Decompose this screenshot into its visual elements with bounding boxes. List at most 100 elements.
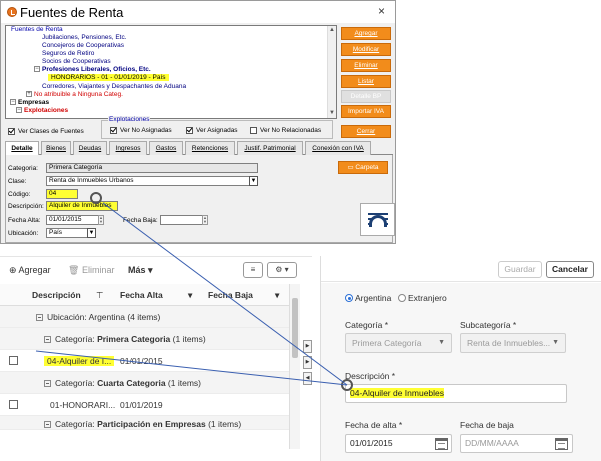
modificar-button[interactable]: Modificar <box>341 43 391 56</box>
expand-icon[interactable]: + <box>26 91 32 98</box>
scroll-up-icon[interactable]: ▲ <box>329 27 335 33</box>
group-row-categoria[interactable]: Categoría: Cuarta Categoria (1 items) <box>0 372 300 394</box>
collapse-icon[interactable] <box>44 336 51 343</box>
eliminar-button[interactable]: Eliminar <box>341 59 391 72</box>
collapse-icon[interactable]: − <box>34 66 40 73</box>
importar-iva-button[interactable]: Importar IVA <box>341 105 391 118</box>
fecha-alta-field[interactable]: 01/01/2015 <box>46 215 104 225</box>
chevron-right-icon[interactable]: ▶ <box>303 356 312 369</box>
filter-icon[interactable]: ⊤ <box>96 290 103 301</box>
list-agregar-button[interactable]: ⊕ Agregar <box>9 265 51 276</box>
tab-ingresos[interactable]: Ingresos <box>109 141 147 155</box>
listar-button[interactable]: Listar <box>341 75 391 88</box>
tree-item[interactable]: Jubilaciones, Pensiones, Etc. <box>42 34 127 41</box>
fecha-baja-field[interactable] <box>160 215 208 225</box>
gear-icon[interactable]: ⚙ ▾ <box>267 262 297 278</box>
calendar-icon[interactable] <box>435 438 448 450</box>
fuentes-list-pane: ⊕ Agregar 🗑 Eliminar Más ▾ ≡ ⚙ ▾ Descrip… <box>0 256 312 461</box>
categoria-field: Primera Categoría <box>46 163 258 173</box>
list-scrollbar[interactable] <box>289 284 300 449</box>
ver-no-relacionadas-checkbox[interactable]: Ver No Relacionadas <box>250 127 321 134</box>
tree-item-empresas[interactable]: − Empresas <box>10 99 49 106</box>
ver-clases-checkbox[interactable]: Ver Clases de Fuentes <box>8 128 84 135</box>
tree-scrollbar[interactable]: ▲ ▼ <box>327 26 336 118</box>
list-view-icon[interactable]: ≡ <box>243 262 263 278</box>
close-icon[interactable]: × <box>378 4 385 18</box>
categoria-select[interactable]: Primera Categoría ▼ <box>345 333 452 353</box>
tab-justif-patrimonial[interactable]: Justif. Patrimonial <box>237 141 303 155</box>
tree-item[interactable]: Seguros de Retiro <box>42 50 94 57</box>
scroll-down-icon[interactable]: ▼ <box>329 110 335 116</box>
agregar-button[interactable]: Agregar <box>341 27 391 40</box>
tree-item[interactable]: Corredores, Viajantes y Despachantes de … <box>42 83 186 90</box>
table-row[interactable]: 01-HONORARI... 01/01/2019 <box>0 394 300 416</box>
chevron-down-icon[interactable]: ▼ <box>87 228 96 238</box>
detalle-bp-button[interactable]: Detalle BP <box>341 90 391 103</box>
chevron-right-icon[interactable]: ▶ <box>303 340 312 353</box>
tree-item-honorarios[interactable]: HONORARIOS - 01 - 01/01/2019 - País <box>48 74 169 81</box>
explotaciones-group: Explotaciones Ver No Asignadas Ver Asign… <box>101 116 333 139</box>
collapse-icon[interactable] <box>44 380 51 387</box>
collapse-icon[interactable] <box>36 314 43 321</box>
cancelar-button[interactable]: Cancelar <box>546 261 594 278</box>
radio-extranjero[interactable]: Extranjero <box>398 293 447 303</box>
tree-item-explotaciones[interactable]: − Explotaciones <box>16 107 68 114</box>
tab-conexion-iva[interactable]: Conexión con IVA <box>305 141 371 155</box>
group-row-categoria[interactable]: Categoría: Participación en Empresas (1 … <box>0 416 300 430</box>
col-fecha-alta[interactable]: Fecha Alta <box>120 290 163 300</box>
chevron-left-icon[interactable]: ◀ <box>303 372 312 385</box>
explotaciones-legend: Explotaciones <box>108 116 151 123</box>
cerrar-button[interactable]: Cerrar <box>341 125 391 138</box>
codigo-field[interactable]: 04 <box>46 189 78 199</box>
ubicacion-label: Ubicación: <box>8 230 39 237</box>
tab-bienes[interactable]: Bienes <box>41 141 71 155</box>
plus-circle-icon: ⊕ <box>9 265 19 275</box>
tree-item[interactable]: Socios de Cooperativas <box>42 58 111 65</box>
tab-deudas[interactable]: Deudas <box>73 141 107 155</box>
checkbox-checked[interactable] <box>8 128 15 135</box>
fuentes-de-renta-dialog: Fuentes de Renta × Fuentes de Renta Jubi… <box>0 0 396 244</box>
scroll-thumb[interactable] <box>292 298 298 358</box>
tab-gastos[interactable]: Gastos <box>149 141 183 155</box>
col-fecha-baja[interactable]: Fecha Baja <box>208 290 253 300</box>
ver-no-asignadas-checkbox[interactable]: Ver No Asignadas <box>110 127 172 134</box>
row-checkbox[interactable] <box>9 356 18 365</box>
radio-unselected[interactable] <box>398 294 406 302</box>
chevron-down-icon[interactable]: ▾ <box>188 290 192 301</box>
collapse-icon[interactable]: − <box>16 107 22 114</box>
group-row-ubicacion[interactable]: Ubicación: Argentina (4 items) <box>0 306 300 328</box>
calendar-icon[interactable] <box>555 438 568 450</box>
date-spinner-icon[interactable]: ▲ ▼ <box>202 215 208 225</box>
descripcion-field[interactable]: Alquiler de Inmuebles <box>46 201 118 211</box>
checkbox-checked[interactable] <box>186 127 193 134</box>
col-descripcion[interactable]: Descripción <box>32 290 81 300</box>
radio-argentina[interactable]: Argentina <box>345 293 391 303</box>
ver-asignadas-checkbox[interactable]: Ver Asignadas <box>186 127 238 134</box>
group-row-categoria[interactable]: Categoría: Primera Categoria (1 items) <box>0 328 300 350</box>
carpeta-button[interactable]: ▭ Carpeta <box>338 161 388 174</box>
list-toolbar: ⊕ Agregar 🗑 Eliminar Más ▾ ≡ ⚙ ▾ <box>0 257 312 283</box>
checkbox-checked[interactable] <box>110 127 117 134</box>
list-eliminar-button[interactable]: 🗑 Eliminar <box>68 265 114 276</box>
tree-item[interactable]: Concejeros de Cooperativas <box>42 42 124 49</box>
radio-selected[interactable] <box>345 294 353 302</box>
focus-marker-icon <box>341 379 353 391</box>
date-spinner-icon[interactable]: ▲ ▼ <box>98 215 104 225</box>
tab-retenciones[interactable]: Retenciones <box>185 141 235 155</box>
table-row[interactable]: 04-Alquiler de I... 01/01/2015 <box>0 350 300 372</box>
chevron-down-icon[interactable]: ▼ <box>249 176 258 186</box>
clase-select[interactable]: Renta de Inmuebles Urbanos <box>46 176 258 186</box>
row-checkbox[interactable] <box>9 400 18 409</box>
descripcion-input[interactable]: 04-Alquiler de Inmuebles <box>345 384 567 403</box>
collapse-icon[interactable] <box>44 421 51 428</box>
checkbox-unchecked[interactable] <box>250 127 257 134</box>
tree-item-no-atribuible[interactable]: + No atribuible a Ninguna Categ. <box>26 91 123 98</box>
tree-item-profesiones[interactable]: − Profesiones Liberales, Oficios, Etc. <box>34 66 151 73</box>
tab-detalle[interactable]: Detalle <box>5 141 39 155</box>
descripcion-label: Descripción: <box>8 203 44 210</box>
subcategoria-select[interactable]: Renta de Inmuebles... ▼ <box>460 333 566 353</box>
guardar-button[interactable]: Guardar <box>498 261 542 278</box>
list-mas-button[interactable]: Más ▾ <box>128 265 153 276</box>
chevron-down-icon[interactable]: ▾ <box>275 290 279 301</box>
collapse-icon[interactable]: − <box>10 99 16 106</box>
